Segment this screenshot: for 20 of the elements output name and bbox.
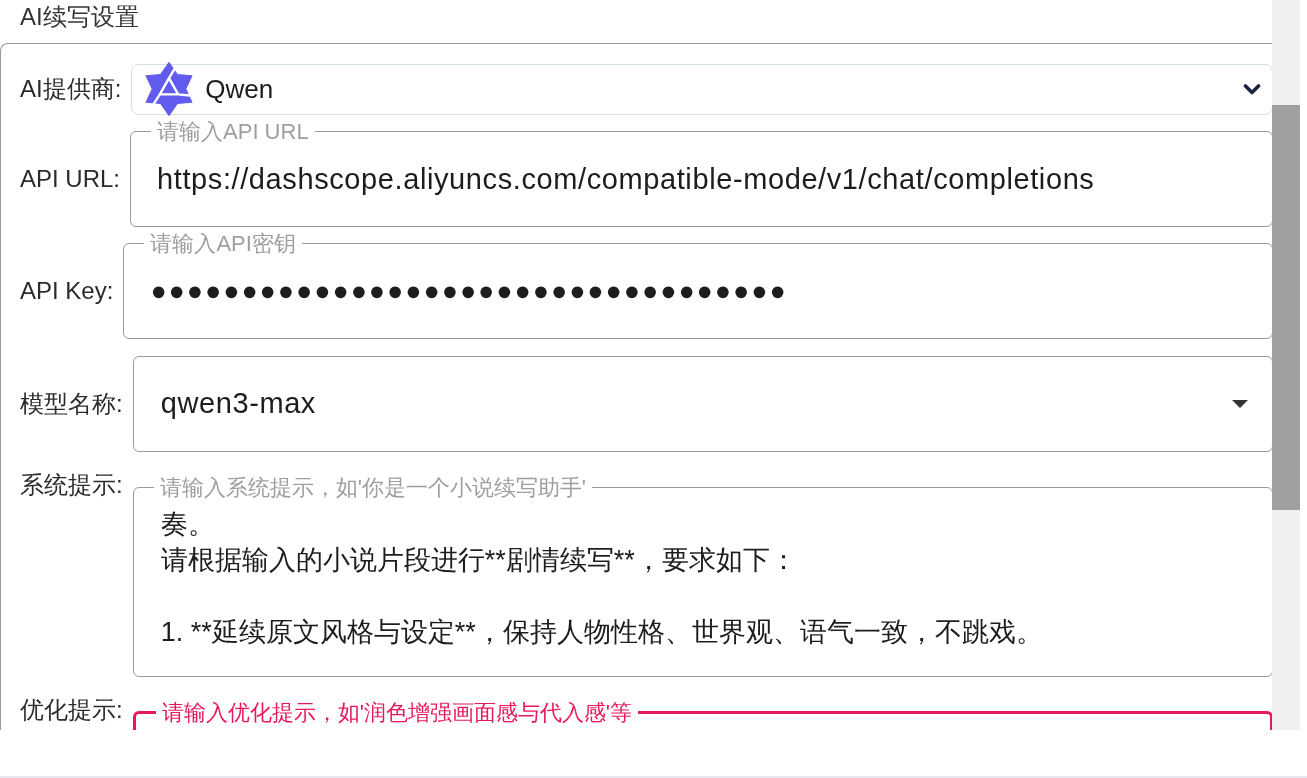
scrollbar-thumb[interactable]	[1272, 105, 1300, 510]
field-label: 模型名称:	[20, 388, 123, 419]
field-label: AI提供商:	[20, 74, 122, 104]
floating-label: 请输入API密钥	[149, 231, 297, 256]
floating-label: 请输入系统提示，如'你是一个小说续写助手'	[158, 475, 588, 500]
field-label: 优化提示:	[20, 694, 123, 725]
field-label: API Key:	[20, 276, 114, 306]
field-label: API URL:	[20, 164, 121, 194]
text-field[interactable]: 请输入API URL https://dashscope.aliyuncs.com/compatible-mode/v1/chat/completions	[130, 119, 1273, 227]
section-title: AI续写设置	[19, 2, 140, 32]
caret-down-icon	[1232, 399, 1248, 408]
provider-select[interactable]: Qwen	[131, 63, 1273, 115]
chevron-down-icon	[1243, 82, 1261, 96]
floating-label: 请输入优化提示，如'润色增强画面感与代入感'等	[160, 700, 634, 725]
model-select[interactable]: qwen3-max	[132, 355, 1273, 452]
textarea-field[interactable]: 请输入优化提示，如'润色增强画面感与代入感'等	[132, 700, 1273, 730]
password-field[interactable]: 请输入API密钥 ●●●●●●●●●●●●●●●●●●●●●●●●●●●●●●●●●●●	[123, 231, 1273, 339]
textarea-field[interactable]: 请输入系统提示，如'你是一个小说续写助手' 奏。 请根据输入的小说片段进行**剧情续写**，要求如下： 1. **延续原文风格与设定**，保持人物性格、世界观、语气一致，不跳戏。	[132, 475, 1273, 677]
field-label: 系统提示:	[20, 469, 123, 500]
floating-label: 请输入API URL	[156, 119, 310, 144]
